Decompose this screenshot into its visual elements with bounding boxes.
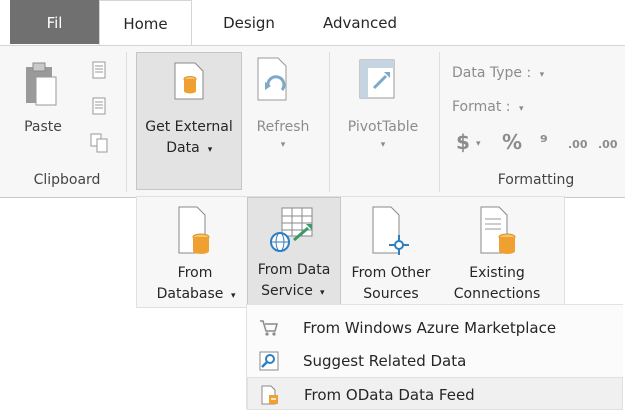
chevron-down-icon: ▾ [280,140,286,150]
get-external-data-dropdown: From Database ▾ From Data Service ▾ From… [136,196,565,308]
chevron-down-icon: ▾ [320,288,325,298]
from-database-button[interactable]: From Database ▾ [147,201,243,305]
data-service-menu: From Windows Azure Marketplace Suggest R… [246,304,623,410]
format-painter-icon [90,133,108,153]
paste-button[interactable] [22,61,60,115]
pivottable-label: PivotTable [347,119,419,135]
shopping-cart-icon [260,320,278,336]
tab-design[interactable]: Design [204,0,294,44]
other-sources-icon [372,206,409,255]
from-other-sources-line1: From Other [351,265,431,281]
from-data-service-line2: Service [261,283,313,299]
from-data-service-button[interactable]: From Data Service ▾ [247,197,341,307]
tab-home[interactable]: Home [99,0,192,46]
percent-button[interactable]: % [502,130,522,154]
data-type-label: Data Type : [452,65,532,81]
decrease-decimal-button[interactable]: .00 [598,138,618,151]
copy-icon [92,97,106,115]
paste-label: Paste [24,119,62,135]
menu-item-azure-marketplace[interactable]: From Windows Azure Marketplace [247,311,623,344]
data-type-dropdown[interactable]: Data Type : ▾ [452,65,544,81]
data-service-icon [270,207,313,252]
refresh-icon [257,57,287,101]
tab-advanced[interactable]: Advanced [305,0,415,44]
from-data-service-line1: From Data [257,262,331,278]
existing-connections-button[interactable]: Existing Connections [441,201,553,305]
chevron-down-icon: ▾ [231,291,236,301]
menu-item-label: From Windows Azure Marketplace [303,319,557,337]
database-file-icon [178,206,210,254]
pivottable-button[interactable] [358,58,396,106]
pivottable-icon [359,59,395,99]
menu-item-odata-feed[interactable]: From OData Data Feed [247,377,623,410]
refresh-button[interactable] [252,56,292,110]
existing-connections-line1: Existing [469,265,525,281]
chevron-down-icon: ▾ [207,145,213,155]
divider [329,52,330,192]
format-label: Format : [452,99,511,115]
copy-button[interactable] [88,96,110,122]
divider [439,52,440,192]
formatting-group-label: Formatting [497,172,575,188]
existing-connections-icon [480,206,516,254]
search-icon [259,351,279,371]
cut-icon [92,61,106,79]
menu-item-label: Suggest Related Data [303,352,467,370]
format-painter-button[interactable] [88,132,110,158]
format-dropdown[interactable]: Format : ▾ [452,99,524,115]
paste-icon [26,62,57,106]
menu-item-suggest-related-data[interactable]: Suggest Related Data [247,344,623,377]
from-other-sources-button[interactable]: From Other Sources [343,201,439,305]
chevron-down-icon: ▾ [518,104,524,114]
comma-style-button[interactable]: ⁹ [540,132,548,153]
refresh-label: Refresh [256,119,310,135]
chevron-down-icon: ▾ [476,139,481,149]
tab-file[interactable]: Fil [10,0,99,44]
clipboard-group-label: Clipboard [33,172,101,188]
currency-button[interactable]: $ [456,130,470,154]
from-other-sources-line2: Sources [363,286,419,302]
increase-decimal-button[interactable]: .00 [568,138,588,151]
from-database-line2: Database [156,286,224,302]
existing-connections-line2: Connections [453,286,541,302]
database-file-icon [174,62,204,100]
from-database-line1: From [177,265,213,281]
menu-item-label: From OData Data Feed [304,386,475,404]
get-external-data-button[interactable]: Get External Data ▾ [136,52,242,190]
chevron-down-icon: ▾ [380,140,386,150]
odata-feed-icon [261,385,278,405]
chevron-down-icon: ▾ [539,70,545,80]
get-external-data-line1: Get External [145,119,233,135]
ribbon: Paste Clipboard Get External Data ▾ Refr… [0,45,625,198]
cut-button[interactable] [88,60,110,86]
get-external-data-line2: Data [166,140,200,156]
divider [126,52,127,192]
